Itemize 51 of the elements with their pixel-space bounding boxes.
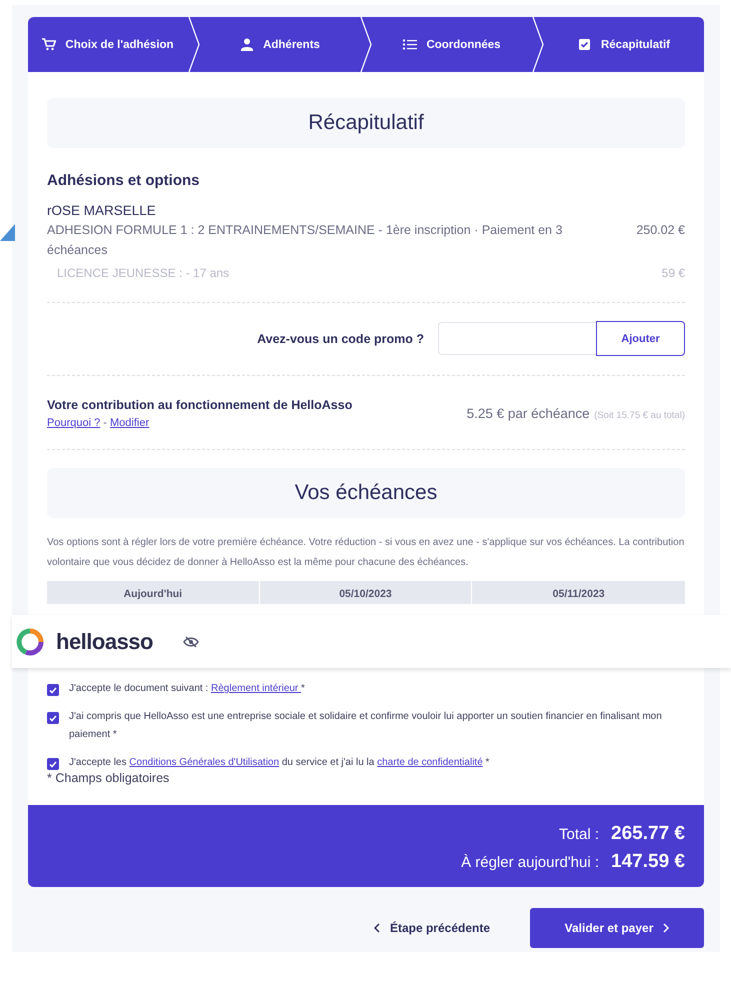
option-label: LICENCE JEUNESSE : - 17 ans [57,265,230,282]
chevron-left-icon [374,923,380,933]
total-label: Total : [559,826,600,843]
link[interactable]: charte de confidentialité [377,757,483,768]
step-label[interactable]: Coordonnées [426,38,501,50]
previous-step-link[interactable]: Étape précédente [374,921,490,935]
separator: - [103,417,107,429]
section-title: Vos échéances [294,481,438,505]
agreement-text: J'accepte les Conditions Générales d'Utilisation du service et j'ai lu la charte de confidentialité * [69,756,490,770]
membership-label: ADHESION FORMULE 1 : 2 ENTRAINEMENTS/SEMAINE - 1ère inscription · Paiement en 3 échéances [47,222,564,259]
promo-label: Avez-vous un code promo ? [257,332,424,346]
list-icon [403,38,418,51]
amount: 59 € [662,265,685,282]
promo-code-field[interactable] [438,322,596,355]
checkbox[interactable] [47,684,59,696]
total-note: (Soit 15.75 € au total) [594,410,685,420]
page-title: Récapitulatif [308,111,424,135]
link[interactable]: Conditions Générales d'Utilisation [129,757,280,768]
link[interactable]: Modifier [110,417,150,429]
add-button[interactable]: Ajouter [596,321,685,356]
chevron-right-icon [663,923,670,933]
checkbox-icon [578,38,592,51]
step-label[interactable]: Adhérents [263,38,320,50]
user-icon [240,38,254,51]
link[interactable]: Règlement intérieur [211,683,302,694]
member-name: rOSE MARSELLE [47,203,157,218]
submit-button[interactable]: Valider et payer [530,908,704,948]
logo-icon [16,628,44,656]
brand-name: helloasso [56,628,153,654]
amount: 250.02 € [636,222,685,239]
agreement-text: J'accepte le document suivant : Règlement intérieur * [69,682,305,696]
column-header: 05/10/2023 [260,581,472,604]
cart-icon [42,38,56,51]
link[interactable]: Pourquoi ? [47,417,100,429]
total-value: 147.59 € [611,851,685,873]
contribution-amount: 5.25 € par échéance [466,406,590,420]
info-text: Vos options sont à régler lors de votre première échéance. Votre réduction - si vous en avez une - s'applique sur vos échéances. La contribution volontaire que vous décidez de donner à HelloAsso est la même pour chacune des échéances. [47,536,685,570]
triangle-icon [0,224,15,241]
eye-slash-icon[interactable] [182,636,199,648]
agreement-text: J'ai compris que HelloAsso est une entreprise sociale et solidaire et confirme vouloir lui apporter un soutien financier en finalisant mon paiement * [69,710,663,742]
required-note: * Champs obligatoires [47,771,170,787]
column-header: 05/11/2023 [552,587,606,602]
checkbox[interactable] [47,712,59,724]
checkbox[interactable] [47,758,59,770]
section-heading: Adhésions et options [47,172,201,189]
column-header: Aujourd'hui [47,581,260,604]
step-label[interactable]: Choix de l'adhésion [65,38,174,50]
total-label: À régler aujourd'hui : [461,854,600,871]
contribution-title: Votre contribution au fonctionnement de HelloAsso [47,398,352,412]
step-label[interactable]: Récapitulatif [600,38,670,50]
total-value: 265.77 € [611,823,685,845]
